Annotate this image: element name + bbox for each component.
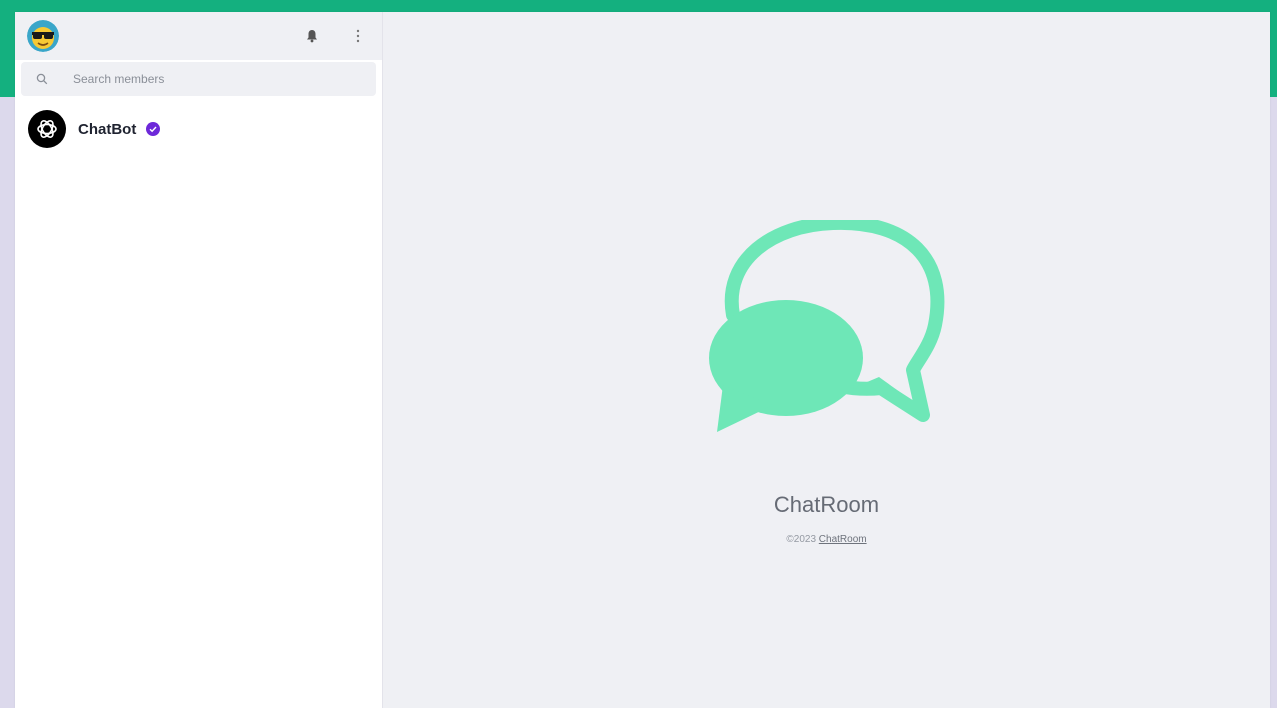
verified-badge-icon [146,122,161,136]
openai-logo-icon [28,110,66,148]
sidebar-header-actions [302,24,368,48]
search-icon [35,72,49,86]
copyright-prefix: ©2023 [786,534,817,545]
search-box [21,62,376,96]
search-input[interactable] [71,71,362,87]
sunglasses-emoji-icon [27,20,59,52]
copyright-link[interactable]: ChatRoom [819,534,867,545]
copyright-text: ©2023 ChatRoom [383,534,1270,545]
app-title: ChatRoom [773,492,880,517]
contact-list-item[interactable]: ChatBot [15,102,382,156]
user-avatar[interactable] [27,20,59,52]
bell-icon[interactable] [302,24,322,48]
chat-app-window: ChatBot ChatRoom ©2023 ChatRoom [15,12,1270,708]
contact-name: ChatBot [78,120,137,138]
chat-bubbles-logo-icon [703,215,953,435]
sidebar-header [15,12,382,60]
sidebar: ChatBot [15,12,383,708]
search-bar-container [15,60,382,102]
more-vertical-icon[interactable] [348,24,368,48]
welcome-panel: ChatRoom ©2023 ChatRoom [383,12,1270,708]
